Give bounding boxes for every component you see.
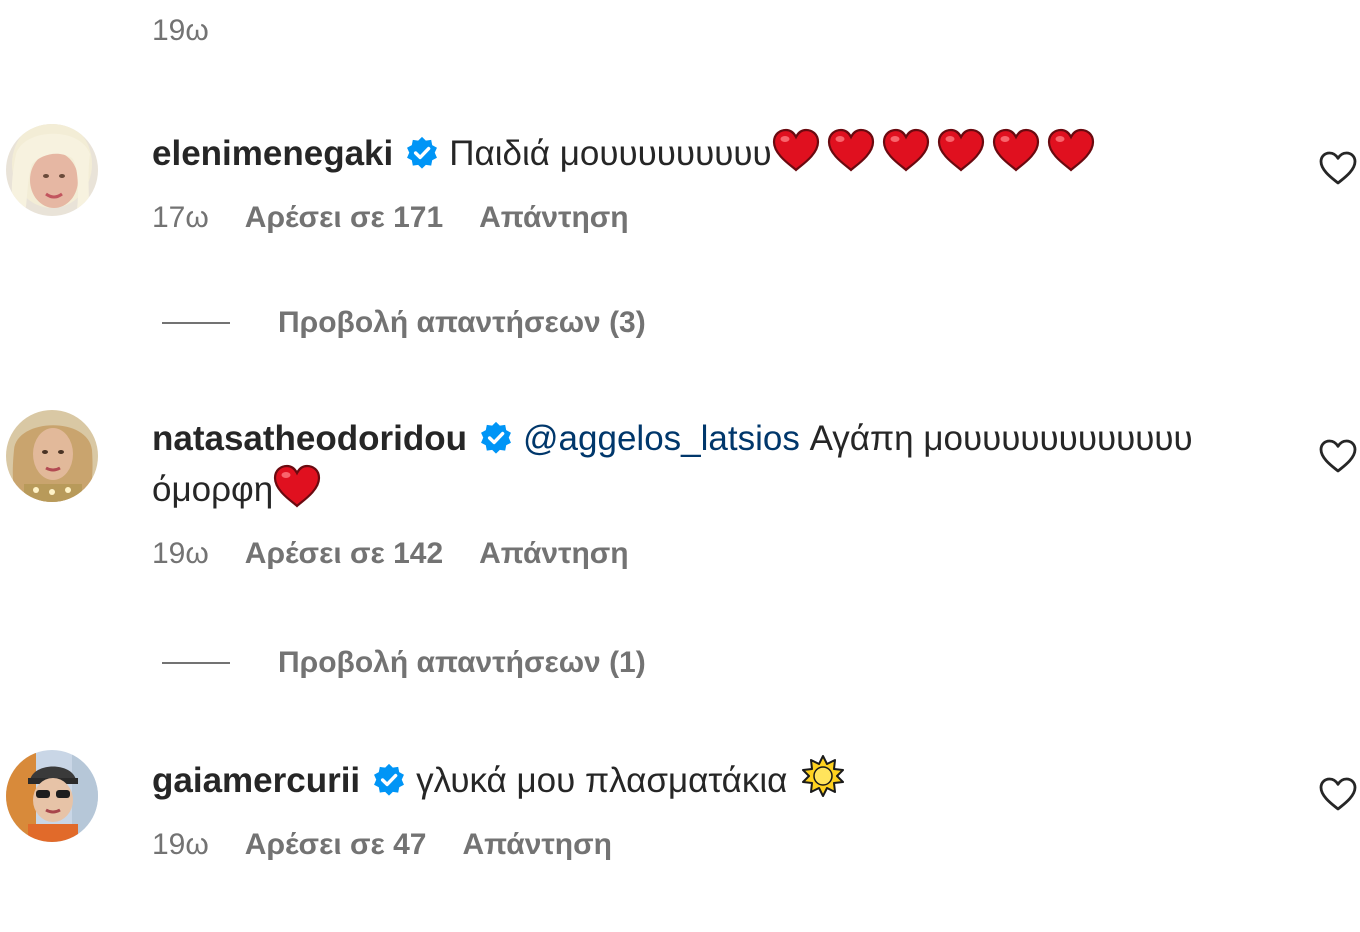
- replies-divider-line: [162, 662, 230, 664]
- comment-content: Παιδιά μουυυυυυυυυ: [449, 134, 772, 173]
- comment-body: elenimenegaki Παιδιά μουυυυυυυυυ 17ω Αρέσ…: [152, 128, 1232, 235]
- verified-badge-icon: [405, 136, 439, 170]
- red-heart-icon: [273, 464, 321, 508]
- reply-button[interactable]: Απάντηση: [479, 537, 629, 571]
- avatar[interactable]: [6, 750, 98, 842]
- sun-emoji-icon: [802, 755, 845, 797]
- mention-link[interactable]: @aggelos_latsios: [523, 419, 800, 458]
- view-replies-button[interactable]: Προβολή απαντήσεων (1): [162, 646, 646, 680]
- reply-button[interactable]: Απάντηση: [479, 201, 629, 235]
- comment-time[interactable]: 19ω: [152, 828, 209, 862]
- username[interactable]: gaiamercurii: [152, 761, 360, 800]
- likes-count[interactable]: Αρέσει σε 142: [245, 537, 443, 571]
- red-heart-icon: [937, 128, 985, 172]
- verified-badge-icon: [372, 763, 406, 797]
- comment-time[interactable]: 17ω: [152, 201, 209, 235]
- comment-time[interactable]: 19ω: [152, 537, 209, 571]
- comment-text: natasatheodoridou @aggelos_latsios Αγάπη …: [152, 414, 1232, 515]
- view-replies-button[interactable]: Προβολή απαντήσεων (3): [162, 306, 646, 340]
- comment-content: γλυκά μου πλασματάκια: [416, 761, 788, 800]
- view-replies-label[interactable]: Προβολή απαντήσεων (3): [278, 306, 646, 340]
- red-heart-icon: [1047, 128, 1095, 172]
- username[interactable]: natasatheodoridou: [152, 419, 467, 458]
- avatar[interactable]: [6, 410, 98, 502]
- likes-count[interactable]: Αρέσει σε 47: [245, 828, 427, 862]
- like-heart-icon[interactable]: [1318, 150, 1358, 186]
- heart-emoji-group: [772, 134, 1102, 173]
- like-heart-icon[interactable]: [1318, 438, 1358, 474]
- comment-body: natasatheodoridou @aggelos_latsios Αγάπη …: [152, 414, 1232, 571]
- previous-comment-time: 19ω: [152, 14, 209, 47]
- comment-meta: 19ω Αρέσει σε 47 Απάντηση: [152, 828, 1232, 862]
- avatar[interactable]: [6, 124, 98, 216]
- red-heart-icon: [882, 128, 930, 172]
- likes-count[interactable]: Αρέσει σε 171: [245, 201, 443, 235]
- comment-body: gaiamercurii γλυκά μου πλασματάκια 19ω Αρ…: [152, 754, 1232, 862]
- reply-button[interactable]: Απάντηση: [462, 828, 612, 862]
- verified-badge-icon: [479, 421, 513, 455]
- username[interactable]: elenimenegaki: [152, 134, 393, 173]
- red-heart-icon: [992, 128, 1040, 172]
- red-heart-icon: [827, 128, 875, 172]
- comment-meta: 19ω Αρέσει σε 142 Απάντηση: [152, 537, 1232, 571]
- red-heart-icon: [772, 128, 820, 172]
- replies-divider-line: [162, 322, 230, 324]
- view-replies-label[interactable]: Προβολή απαντήσεων (1): [278, 646, 646, 680]
- comment-text: elenimenegaki Παιδιά μουυυυυυυυυ: [152, 128, 1232, 179]
- comment-text: gaiamercurii γλυκά μου πλασματάκια: [152, 754, 1232, 806]
- comment-meta: 17ω Αρέσει σε 171 Απάντηση: [152, 201, 1232, 235]
- like-heart-icon[interactable]: [1318, 776, 1358, 812]
